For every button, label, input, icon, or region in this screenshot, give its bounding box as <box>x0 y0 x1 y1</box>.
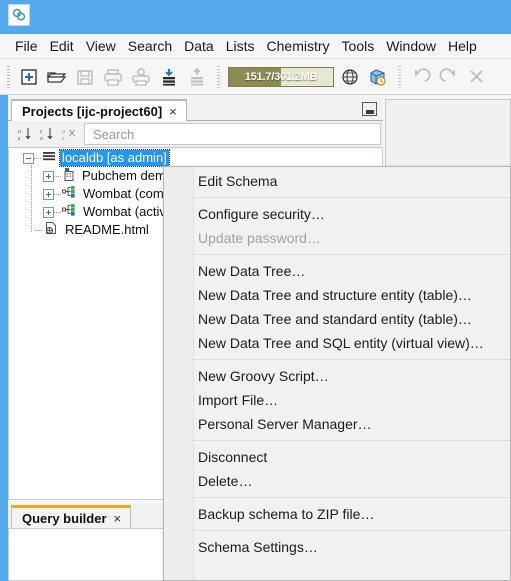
svg-text:a: a <box>62 129 65 135</box>
tree-expander-expand-icon[interactable] <box>43 206 54 218</box>
menubar-item-data[interactable]: Data <box>178 36 220 57</box>
close-icon[interactable]: × <box>169 105 177 118</box>
sort-ascending-icon[interactable]: a z <box>14 123 36 145</box>
context-menu-separator <box>194 440 510 441</box>
menubar-item-file[interactable]: File <box>9 36 44 57</box>
context-menu-item-configure-security[interactable]: Configure security… <box>164 202 510 226</box>
context-menu-item-edit-schema[interactable]: Edit Schema <box>164 169 510 193</box>
tab-query-builder-label: Query builder <box>22 510 107 526</box>
context-menu-separator <box>194 197 510 198</box>
menubar-item-lists[interactable]: Lists <box>220 36 261 57</box>
import-icon[interactable] <box>155 63 183 91</box>
save-icon[interactable] <box>71 63 99 91</box>
projects-tab-row: Projects [ijc-project60] × <box>8 97 383 121</box>
menubar-item-view[interactable]: View <box>80 36 122 57</box>
structure-entity-icon <box>62 185 77 204</box>
sort-descending-icon[interactable]: z a <box>36 123 58 145</box>
context-menu-item-new-data-tree-and-sql-entity-virtual-view[interactable]: New Data Tree and SQL entity (virtual vi… <box>164 331 510 355</box>
context-menu-separator <box>194 530 510 531</box>
tree-expander-expand-icon[interactable] <box>43 188 54 200</box>
context-menu-item-personal-server-manager[interactable]: Personal Server Manager… <box>164 412 510 436</box>
tree-connector <box>54 175 61 177</box>
context-menu: Edit Schema Configure security… Update pas… <box>163 166 511 581</box>
projects-search-row: a z z a a z Search <box>8 121 383 148</box>
context-menu-separator <box>194 359 510 360</box>
svg-text:z: z <box>39 129 43 135</box>
context-menu-item-schema-settings[interactable]: Schema Settings… <box>164 535 510 559</box>
new-icon[interactable] <box>15 63 43 91</box>
context-menu-item-import-file[interactable]: Import File… <box>164 388 510 412</box>
toolbar-drag-handle[interactable] <box>7 65 10 88</box>
toolbar-separator-2 <box>398 65 401 88</box>
data-tree-icon <box>62 167 76 186</box>
tab-projects[interactable]: Projects [ijc-project60] × <box>11 99 187 121</box>
context-menu-item-delete[interactable]: Delete… <box>164 469 510 493</box>
menubar-item-search[interactable]: Search <box>122 36 178 57</box>
context-menu-item-new-data-tree-and-standard-entity-table[interactable]: New Data Tree and standard entity (table… <box>164 307 510 331</box>
memory-gauge-label: 151.7/301.2MB <box>244 70 318 83</box>
svg-text:z: z <box>61 136 65 142</box>
structure-entity-icon <box>62 203 77 222</box>
menubar-item-tools[interactable]: Tools <box>336 36 381 57</box>
menu-bar: File Edit View Search Data Lists Chemistry Tool… <box>0 34 511 59</box>
context-menu-item-new-groovy-script[interactable]: New Groovy Script… <box>164 364 510 388</box>
context-menu-item-update-password: Update password… <box>198 230 321 246</box>
toolbar-separator <box>217 65 220 88</box>
print-preview-icon[interactable] <box>127 63 155 91</box>
tree-item-label: Wombat (activi <box>83 204 169 219</box>
tree-item-label: Wombat (comp <box>83 186 171 201</box>
context-menu-item-new-data-tree[interactable]: New Data Tree… <box>164 259 510 283</box>
menubar-item-help[interactable]: Help <box>442 36 483 57</box>
tree-item-label: Pubchem demo <box>82 168 174 183</box>
tree-connector <box>54 193 61 195</box>
tree-connector <box>34 157 41 159</box>
open-folder-icon[interactable] <box>43 63 71 91</box>
tree-row[interactable]: localdb [as admin] <box>9 149 382 167</box>
tree-expander-expand-icon[interactable] <box>43 170 54 182</box>
left-accent-rail <box>0 95 8 581</box>
sort-clear-icon[interactable]: a z <box>58 123 80 145</box>
context-menu-item-backup-schema-to-zip-file[interactable]: Backup schema to ZIP file… <box>164 502 510 526</box>
svg-text:z: z <box>17 136 21 142</box>
tab-query-builder[interactable]: Query builder × <box>11 505 132 528</box>
database-history-icon[interactable] <box>364 63 392 91</box>
context-menu-separator <box>194 497 510 498</box>
undo-icon[interactable] <box>407 63 435 91</box>
print-icon[interactable] <box>99 63 127 91</box>
context-menu-item-disconnect[interactable]: Disconnect <box>164 445 510 469</box>
context-menu-item-new-data-tree-and-structure-entity-table[interactable]: New Data Tree and structure entity (tabl… <box>164 283 510 307</box>
cut-scissors-icon[interactable] <box>463 63 491 91</box>
svg-text:a: a <box>40 136 43 142</box>
tree-connector <box>54 211 61 213</box>
tree-item-label: localdb [as admin] <box>59 149 170 167</box>
memory-gauge[interactable]: 151.7/301.2MB <box>228 66 334 87</box>
main-toolbar: 151.7/301.2MB <box>0 59 511 95</box>
search-placeholder: Search <box>93 126 135 142</box>
tree-expander-collapse-icon[interactable] <box>23 152 34 164</box>
refresh-globe-icon[interactable] <box>336 63 364 91</box>
menubar-item-chemistry[interactable]: Chemistry <box>261 36 336 57</box>
application-window: File Edit View Search Data Lists Chemistry Tool… <box>0 0 511 581</box>
close-icon[interactable]: × <box>114 512 122 525</box>
app-logo-icon <box>8 4 30 26</box>
redo-icon[interactable] <box>435 63 463 91</box>
context-menu-list: Edit Schema Configure security… Update pas… <box>164 167 510 559</box>
schema-icon <box>42 149 56 168</box>
tab-projects-label: Projects [ijc-project60] <box>22 103 163 119</box>
menubar-item-edit[interactable]: Edit <box>44 36 80 57</box>
context-menu-separator <box>194 254 510 255</box>
title-bar <box>0 0 511 34</box>
export-icon[interactable] <box>183 63 211 91</box>
html-file-icon <box>44 221 58 240</box>
minimize-window-icon[interactable] <box>362 102 377 116</box>
svg-text:a: a <box>18 129 21 135</box>
tree-connector <box>35 229 42 231</box>
menubar-item-window[interactable]: Window <box>380 36 442 57</box>
search-input[interactable]: Search <box>84 123 381 145</box>
tree-item-label: README.html <box>65 222 149 237</box>
